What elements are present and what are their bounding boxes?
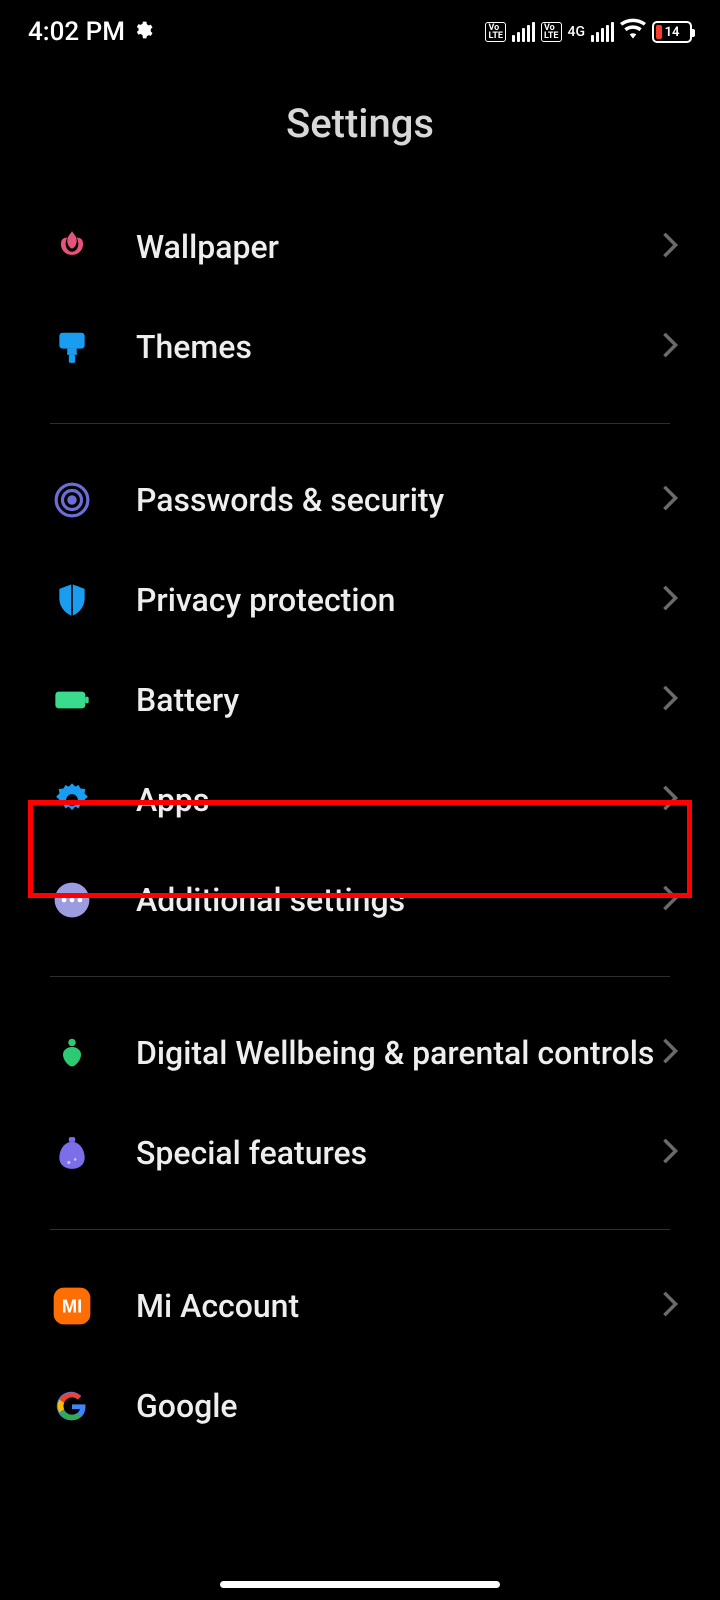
item-label: Special features — [136, 1133, 660, 1173]
chevron-right-icon — [660, 1037, 680, 1069]
status-left: 4:02 PM — [28, 17, 153, 47]
chevron-right-icon — [660, 684, 680, 716]
item-themes[interactable]: Themes — [0, 297, 720, 397]
chevron-right-icon — [660, 1137, 680, 1169]
paintbrush-icon — [50, 325, 94, 369]
flask-icon — [50, 1131, 94, 1175]
item-wallpaper[interactable]: Wallpaper — [0, 197, 720, 297]
tulip-icon — [50, 225, 94, 269]
item-label: Digital Wellbeing & parental controls — [136, 1033, 660, 1073]
item-label: Additional settings — [136, 880, 660, 920]
item-label: Themes — [136, 327, 660, 367]
gear-icon — [50, 778, 94, 822]
item-label: Privacy protection — [136, 580, 660, 620]
item-label: Wallpaper — [136, 227, 660, 267]
item-label: Google — [136, 1386, 680, 1426]
divider — [50, 423, 670, 424]
divider — [50, 976, 670, 977]
shield-icon — [50, 578, 94, 622]
volte-icon: VoLTE — [485, 22, 506, 42]
home-indicator[interactable] — [220, 1581, 500, 1588]
status-time: 4:02 PM — [28, 17, 125, 47]
divider — [50, 1229, 670, 1230]
battery-percentage: 14 — [654, 25, 690, 40]
item-label: Mi Account — [136, 1286, 660, 1326]
network-type: 4G — [568, 24, 586, 40]
page-title: Settings — [0, 60, 720, 197]
signal-icon — [591, 22, 614, 42]
mi-logo-icon: MI — [50, 1284, 94, 1328]
item-digital-wellbeing[interactable]: Digital Wellbeing & parental controls — [0, 1003, 720, 1103]
item-special-features[interactable]: Special features — [0, 1103, 720, 1203]
wifi-icon — [620, 17, 646, 47]
chevron-right-icon — [660, 231, 680, 263]
volte-icon: VoLTE — [541, 22, 562, 42]
item-label: Battery — [136, 680, 660, 720]
fingerprint-icon — [50, 478, 94, 522]
chevron-right-icon — [660, 484, 680, 516]
svg-text:MI: MI — [62, 1296, 82, 1317]
signal-icon — [512, 22, 535, 42]
battery-icon — [50, 678, 94, 722]
chevron-right-icon — [660, 584, 680, 616]
status-right: VoLTE VoLTE 4G 14 — [485, 17, 692, 47]
chevron-right-icon — [660, 1290, 680, 1322]
item-passwords-security[interactable]: Passwords & security — [0, 450, 720, 550]
gear-icon — [133, 17, 153, 47]
item-apps[interactable]: Apps — [0, 750, 720, 850]
item-label: Apps — [136, 780, 660, 820]
item-additional-settings[interactable]: Additional settings — [0, 850, 720, 950]
item-privacy-protection[interactable]: Privacy protection — [0, 550, 720, 650]
wellbeing-icon — [50, 1031, 94, 1075]
item-label: Passwords & security — [136, 480, 660, 520]
item-google[interactable]: Google — [0, 1356, 720, 1428]
item-mi-account[interactable]: MI Mi Account — [0, 1256, 720, 1356]
item-battery[interactable]: Battery — [0, 650, 720, 750]
google-icon — [50, 1384, 94, 1428]
chevron-right-icon — [660, 784, 680, 816]
chevron-right-icon — [660, 331, 680, 363]
status-bar: 4:02 PM VoLTE VoLTE 4G 14 — [0, 0, 720, 60]
chevron-right-icon — [660, 884, 680, 916]
battery-icon: 14 — [652, 21, 692, 43]
settings-list: Wallpaper Themes Passwords & security Pr… — [0, 197, 720, 1428]
more-icon — [50, 878, 94, 922]
